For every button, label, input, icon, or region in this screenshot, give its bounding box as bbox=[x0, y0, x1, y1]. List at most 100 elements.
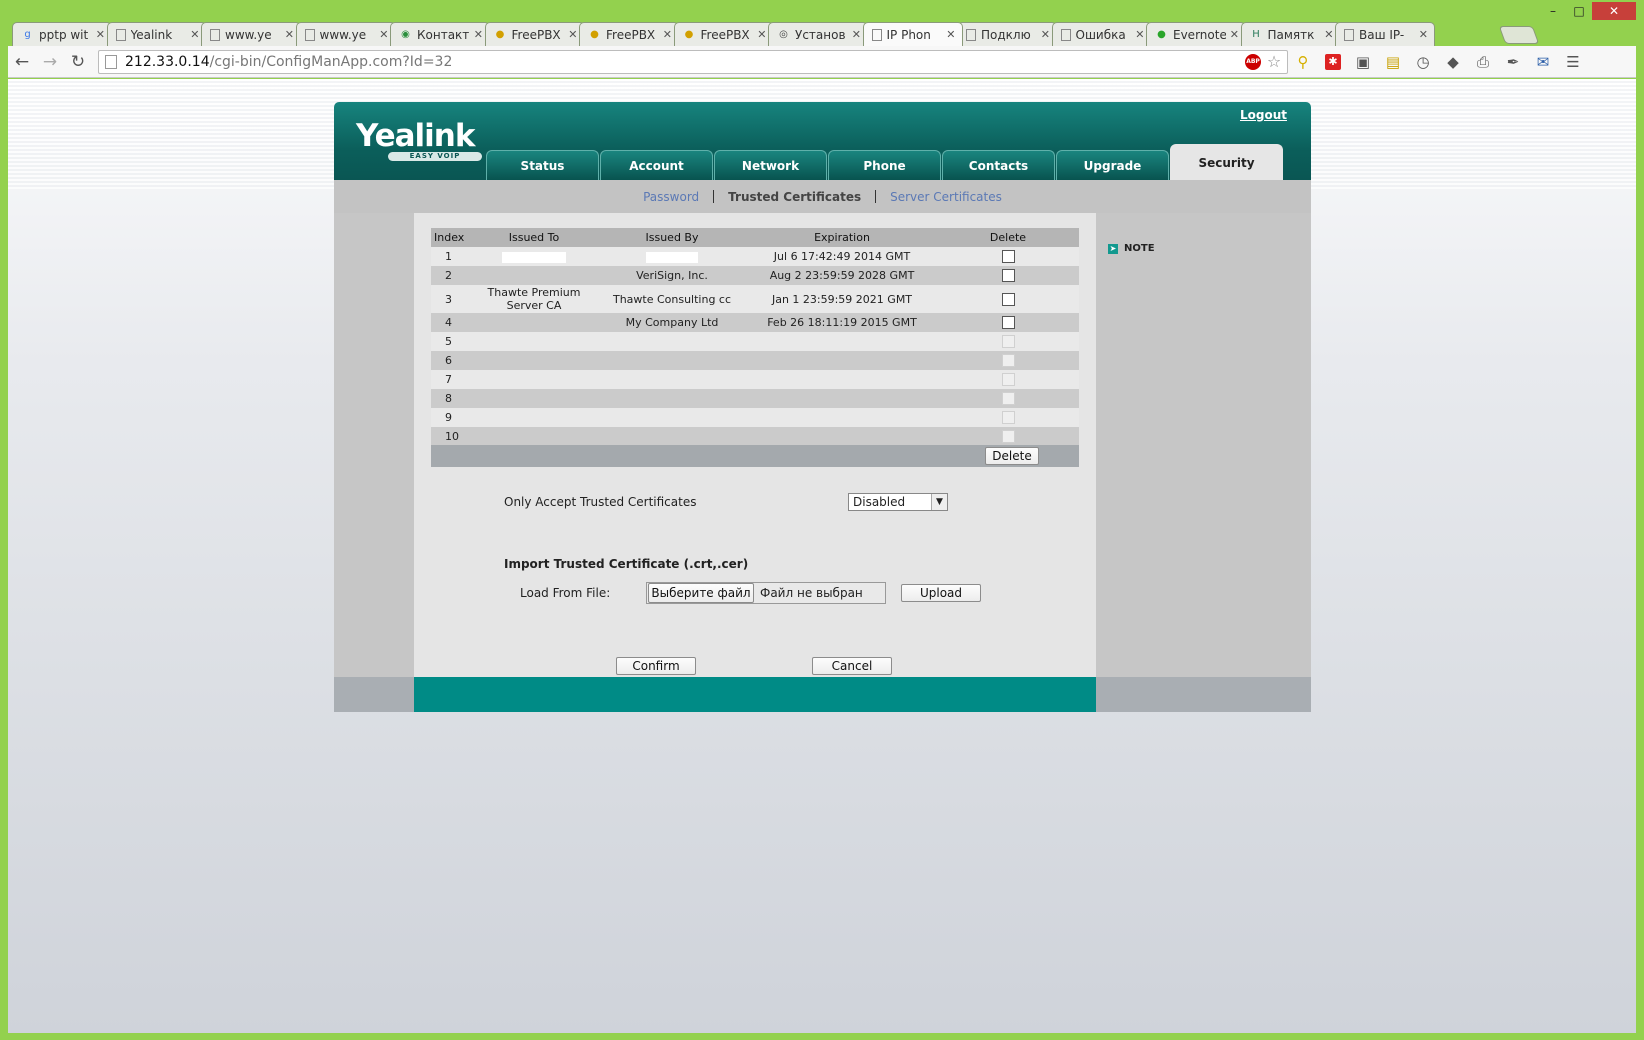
browser-tab[interactable]: ● FreePBX ✕ bbox=[579, 22, 679, 46]
cell-delete bbox=[937, 427, 1079, 446]
feedly-icon[interactable]: ◆ bbox=[1438, 50, 1468, 74]
maximize-icon[interactable]: □ bbox=[1566, 2, 1592, 20]
cell-index: 7 bbox=[431, 370, 471, 389]
browser-tab[interactable]: g pptp wit ✕ bbox=[12, 22, 112, 46]
cell-index: 5 bbox=[431, 332, 471, 351]
close-tab-icon[interactable]: ✕ bbox=[190, 28, 199, 41]
close-window-icon[interactable]: ✕ bbox=[1592, 2, 1636, 20]
adblock-icon[interactable]: ABP bbox=[1245, 53, 1261, 70]
close-tab-icon[interactable]: ✕ bbox=[946, 28, 955, 41]
page-icon bbox=[304, 28, 315, 41]
confirm-button[interactable]: Confirm bbox=[616, 657, 696, 675]
cell-issued-to bbox=[471, 389, 597, 408]
browser-tab[interactable]: www.ye ✕ bbox=[201, 22, 301, 46]
close-tab-icon[interactable]: ✕ bbox=[285, 28, 294, 41]
tab-upgrade[interactable]: Upgrade bbox=[1056, 150, 1169, 180]
url-host: 212.33.0.14 bbox=[125, 53, 210, 70]
browser-tab[interactable]: ● FreePBX ✕ bbox=[673, 22, 774, 46]
mail-icon[interactable]: ✉ bbox=[1528, 50, 1558, 74]
lastpass-icon[interactable]: ✱ bbox=[1318, 50, 1348, 74]
only-accept-select[interactable]: Disabled ▼ bbox=[848, 493, 948, 511]
tab-phone[interactable]: Phone bbox=[828, 150, 941, 180]
delete-checkbox[interactable] bbox=[1001, 316, 1015, 330]
clock-icon[interactable]: ◷ bbox=[1408, 50, 1438, 74]
cell-expiration bbox=[747, 351, 937, 370]
close-tab-icon[interactable]: ✕ bbox=[379, 28, 388, 41]
browser-tab[interactable]: ◎ Установ ✕ bbox=[768, 22, 868, 46]
print-icon[interactable]: ⎙ bbox=[1468, 50, 1498, 74]
delete-checkbox[interactable] bbox=[1001, 269, 1015, 283]
subnav-trusted-certificates[interactable]: Trusted Certificates bbox=[714, 190, 875, 204]
browser-tab[interactable]: ◉ Контакт ✕ bbox=[390, 22, 490, 46]
cell-index: 10 bbox=[431, 427, 471, 446]
subnav-password[interactable]: Password bbox=[629, 190, 713, 204]
close-tab-icon[interactable]: ✕ bbox=[568, 28, 577, 41]
browser-tab[interactable]: Ошибка ✕ bbox=[1051, 22, 1152, 46]
close-tab-icon[interactable]: ✕ bbox=[96, 28, 105, 41]
redacted-block bbox=[646, 251, 698, 263]
browser-tab[interactable]: ● FreePBX ✕ bbox=[484, 22, 585, 46]
delete-checkbox[interactable] bbox=[1001, 250, 1015, 264]
cancel-button[interactable]: Cancel bbox=[812, 657, 892, 675]
key-icon[interactable]: ⚲ bbox=[1288, 50, 1318, 74]
new-tab-button[interactable] bbox=[1498, 26, 1540, 44]
table-row: 2 VeriSign, Inc. Aug 2 23:59:59 2028 GMT bbox=[431, 266, 1079, 285]
pen-icon[interactable]: ✒ bbox=[1498, 50, 1528, 74]
notes-icon[interactable]: ▤ bbox=[1378, 50, 1408, 74]
menu-icon[interactable]: ☰ bbox=[1558, 50, 1588, 74]
file-name-text: Файл не выбран bbox=[760, 586, 863, 600]
tab-status[interactable]: Status bbox=[486, 150, 599, 180]
cell-delete bbox=[937, 332, 1079, 351]
screenshot-icon[interactable]: ▣ bbox=[1348, 50, 1378, 74]
close-tab-icon[interactable]: ✕ bbox=[757, 28, 766, 41]
tab-label: FreePBX bbox=[511, 27, 561, 42]
tab-label: www.ye bbox=[225, 27, 272, 42]
cell-index: 4 bbox=[431, 313, 471, 332]
cell-delete bbox=[937, 408, 1079, 427]
tab-network[interactable]: Network bbox=[714, 150, 827, 180]
bookmark-star-icon[interactable]: ☆ bbox=[1263, 52, 1285, 71]
close-tab-icon[interactable]: ✕ bbox=[1324, 28, 1333, 41]
browser-tab[interactable]: Ваш IP- ✕ bbox=[1335, 22, 1435, 46]
choose-file-button[interactable]: Выберите файл bbox=[648, 583, 754, 603]
browser-tab[interactable]: IP Phon ✕ bbox=[862, 22, 963, 46]
file-input[interactable]: Выберите файл Файл не выбран bbox=[646, 582, 886, 604]
tab-security[interactable]: Security bbox=[1170, 144, 1283, 180]
tab-contacts[interactable]: Contacts bbox=[942, 150, 1055, 180]
cell-issued-by bbox=[597, 351, 747, 370]
back-icon[interactable]: ← bbox=[8, 49, 36, 75]
close-tab-icon[interactable]: ✕ bbox=[1135, 28, 1144, 41]
browser-tab[interactable]: Yealink ✕ bbox=[106, 22, 207, 46]
footer-left bbox=[334, 677, 414, 712]
upload-button[interactable]: Upload bbox=[901, 584, 981, 602]
table-header-row: Index Issued To Issued By Expiration Del… bbox=[431, 228, 1079, 247]
logout-link[interactable]: Logout bbox=[1240, 108, 1287, 122]
right-column: ➤ NOTE bbox=[1096, 213, 1311, 677]
browser-tab[interactable]: H Памятк ✕ bbox=[1240, 22, 1341, 46]
browser-tab[interactable]: www.ye ✕ bbox=[295, 22, 396, 46]
delete-checkbox[interactable] bbox=[1001, 292, 1015, 306]
reload-icon[interactable]: ↻ bbox=[64, 49, 92, 75]
page-footer bbox=[334, 677, 1311, 712]
subnav-server-certificates[interactable]: Server Certificates bbox=[876, 190, 1016, 204]
forward-icon[interactable]: → bbox=[36, 49, 64, 75]
close-tab-icon[interactable]: ✕ bbox=[1230, 28, 1239, 41]
browser-tab[interactable]: ● Evernote ✕ bbox=[1146, 22, 1246, 46]
load-from-file-label: Load From File: bbox=[520, 586, 611, 600]
sub-nav: Password Trusted Certificates Server Cer… bbox=[334, 180, 1311, 213]
close-tab-icon[interactable]: ✕ bbox=[663, 28, 672, 41]
note-link[interactable]: ➤ NOTE bbox=[1108, 243, 1155, 254]
address-bar[interactable]: 212.33.0.14/cgi-bin/ConfigManApp.com?Id=… bbox=[98, 49, 1288, 74]
tab-account[interactable]: Account bbox=[600, 150, 713, 180]
col-issued-to: Issued To bbox=[471, 228, 597, 247]
minimize-icon[interactable]: – bbox=[1540, 2, 1566, 20]
delete-button[interactable]: Delete bbox=[985, 447, 1039, 465]
tab-label: IP Phon bbox=[886, 27, 931, 42]
chevron-down-icon[interactable]: ▼ bbox=[931, 494, 947, 510]
close-tab-icon[interactable]: ✕ bbox=[474, 28, 483, 41]
close-tab-icon[interactable]: ✕ bbox=[852, 28, 861, 41]
close-tab-icon[interactable]: ✕ bbox=[1041, 28, 1050, 41]
close-tab-icon[interactable]: ✕ bbox=[1419, 28, 1428, 41]
tab-label: pptp wit bbox=[39, 27, 89, 42]
browser-tab[interactable]: Подклю ✕ bbox=[957, 22, 1057, 46]
